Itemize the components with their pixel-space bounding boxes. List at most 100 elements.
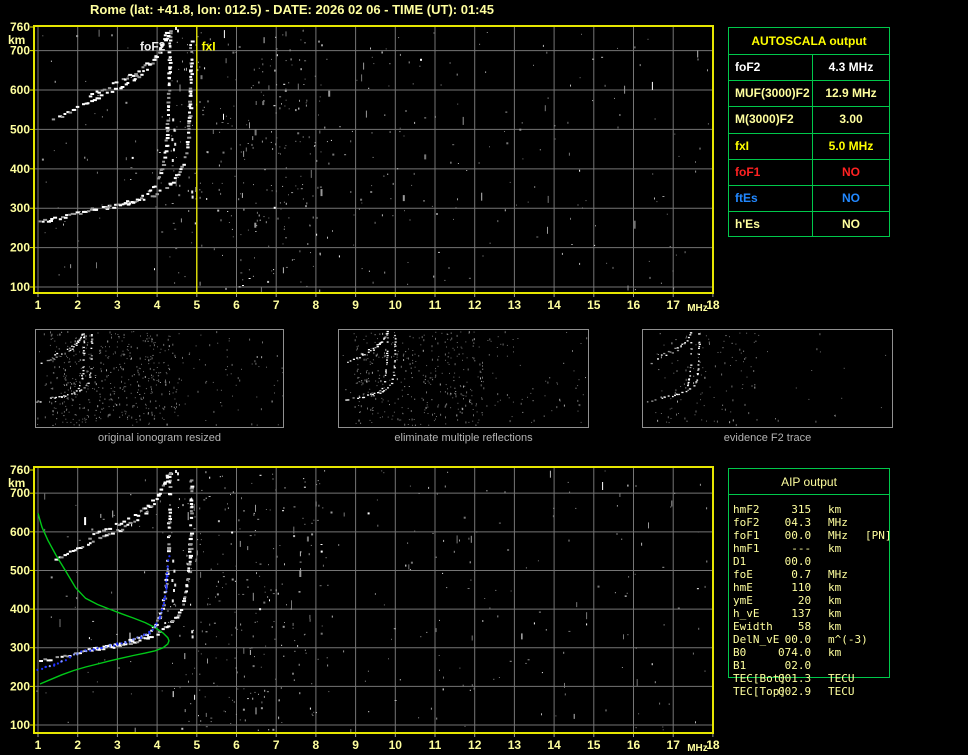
svg-text:500: 500: [10, 563, 30, 577]
svg-text:15: 15: [587, 738, 601, 752]
aip-aunit: km: [828, 646, 842, 659]
aip-aunit: km: [828, 581, 842, 594]
aip-row-foF1: foF1 00.0 MHz [PN]: [728, 529, 892, 542]
aip-aval: 02.0: [778, 659, 812, 672]
svg-text:5: 5: [193, 298, 200, 312]
aip-row-B1: B1 02.0: [728, 659, 890, 672]
autoscala-row-fxI: fxI 5.0 MHz: [729, 133, 889, 160]
ionogram-echo-points: [38, 27, 709, 292]
aip-row-ymE: ymE 20 km: [728, 594, 890, 607]
grid: [34, 467, 713, 733]
svg-text:14: 14: [547, 738, 561, 752]
aip-aunit: MHz: [828, 516, 848, 529]
autoscala-output-panel: AUTOSCALA output foF2 4.3 MHz MUF(3000)F2 1…: [728, 27, 890, 238]
aip-row-B0: B0 074.0 km: [728, 646, 890, 659]
aip-aunit: km: [828, 620, 842, 633]
svg-text:18: 18: [706, 738, 720, 752]
svg-text:100: 100: [10, 718, 30, 732]
thumbnail-eliminate-reflections: [338, 329, 589, 428]
svg-text:3: 3: [114, 738, 121, 752]
autoscala-param-value: NO: [842, 190, 860, 205]
svg-text:400: 400: [10, 602, 30, 616]
thumbnail-border: [642, 329, 893, 428]
aip-row-D1: D1 00.0: [728, 555, 890, 568]
aip-aval: 0.7: [778, 568, 812, 581]
aip-aunit: m^(-3): [828, 633, 868, 646]
autoscala-param-value: NO: [842, 164, 860, 179]
autoscala-param-label: ftEs: [729, 185, 813, 212]
thumbnail-content: [342, 330, 588, 426]
aip-aval: ---: [778, 542, 812, 555]
aip-aunit: km: [828, 594, 842, 607]
thumbnail-caption-evidence: evidence F2 trace: [723, 432, 812, 444]
autoscala-param-label: foF1: [729, 159, 813, 185]
aip-aval: 137: [778, 607, 812, 620]
aip-alabel: D1: [733, 555, 747, 568]
svg-text:200: 200: [10, 241, 30, 255]
autoscala-row-M(3000)F2: M(3000)F2 3.00: [729, 107, 889, 134]
aip-aunit: MHz: [828, 529, 848, 542]
svg-text:10: 10: [389, 738, 403, 752]
aip-aunit: km: [828, 542, 842, 555]
svg-text:760: 760: [10, 463, 30, 477]
svg-text:4: 4: [154, 298, 161, 312]
svg-text:18: 18: [706, 298, 720, 312]
svg-text:300: 300: [10, 641, 30, 655]
svg-text:km: km: [8, 33, 25, 47]
svg-text:MHz: MHz: [687, 303, 708, 314]
autoscala-row-foF2: foF2 4.3 MHz: [729, 55, 889, 82]
aip-alabel: B1: [733, 659, 747, 672]
autoscala-param-label: h'Es: [729, 212, 813, 238]
aip-row-hmE: hmE 110 km: [728, 581, 890, 594]
page-title: Rome (lat: +41.8, lon: 012.5) - DATE: 20…: [90, 2, 494, 17]
autoscala-row-ftEs: ftEs NO: [729, 185, 889, 213]
aip-aunit: TECU: [828, 685, 855, 698]
aip-aval: 04.3: [778, 516, 812, 529]
svg-text:300: 300: [10, 201, 30, 215]
autoscala-row-h'Es: h'Es NO: [729, 212, 889, 238]
svg-text:17: 17: [667, 738, 681, 752]
svg-text:11: 11: [429, 738, 442, 752]
svg-text:13: 13: [508, 738, 522, 752]
autoscala-rows: foF2 4.3 MHz MUF(3000)F2 12.9 MHz M(3000)F2 3…: [729, 55, 889, 238]
aip-aval: 110: [778, 581, 812, 594]
thumbnail-border: [338, 329, 589, 428]
svg-text:9: 9: [352, 738, 359, 752]
aip-row-hmF2: hmF2 315 km: [728, 503, 890, 516]
aip-alabel: h_vE: [733, 607, 760, 620]
svg-text:11: 11: [429, 298, 442, 312]
aip-alabel: foF1: [733, 529, 760, 542]
aip-aval: 58: [778, 620, 812, 633]
aip-output-panel: AIP output hmF2 315 km foF2 04.3 MHz foF1 00…: [728, 468, 892, 704]
aip-panel-title: AIP output: [781, 475, 837, 489]
aip-alabel: DelN_vE: [733, 633, 780, 646]
ionogram-plot-top: foF2 fxI1 2 3 4 5 6 7 8 9 10 11 12 13 14 15 16 17 18MHz100…: [8, 20, 720, 314]
aip-anote: [PN]: [865, 529, 892, 542]
aip-aunit: MHz: [828, 568, 848, 581]
aip-aunit: km: [828, 503, 842, 516]
thumbnail-caption-eliminate: eliminate multiple reflections: [394, 432, 533, 444]
aip-aunit: km: [828, 607, 842, 620]
svg-text:8: 8: [313, 738, 320, 752]
aip-alabel: hmF1: [733, 542, 760, 555]
aip-alabel: ymE: [733, 594, 753, 607]
aip-aval: 20: [778, 594, 812, 607]
fitted-trace-blue: [36, 555, 171, 672]
autoscala-panel-title: AUTOSCALA output: [729, 28, 889, 55]
aip-row-Ewidth: Ewidth 58 km: [728, 620, 890, 633]
aip-alabel: foE: [733, 568, 753, 581]
svg-text:7: 7: [273, 298, 280, 312]
autoscala-screen: Rome (lat: +41.8, lon: 012.5) - DATE: 20…: [0, 0, 968, 755]
aip-alabel: Ewidth: [733, 620, 773, 633]
autoscala-param-label: foF2: [729, 55, 813, 81]
svg-text:1: 1: [35, 738, 42, 752]
autoscala-param-value: 12.9 MHz: [825, 86, 877, 101]
aip-aval: 074.0: [778, 646, 812, 659]
svg-text:7: 7: [273, 738, 280, 752]
svg-text:500: 500: [10, 122, 30, 136]
svg-text:16: 16: [627, 738, 641, 752]
thumbnail-original-ionogram: [35, 329, 284, 428]
aip-row-TEC[Top]: TEC[Top] 002.9 TECU: [728, 685, 890, 698]
aip-row-DelN_vE: DelN_vE 00.0 m^(-3): [728, 633, 890, 646]
grid: [34, 26, 713, 293]
